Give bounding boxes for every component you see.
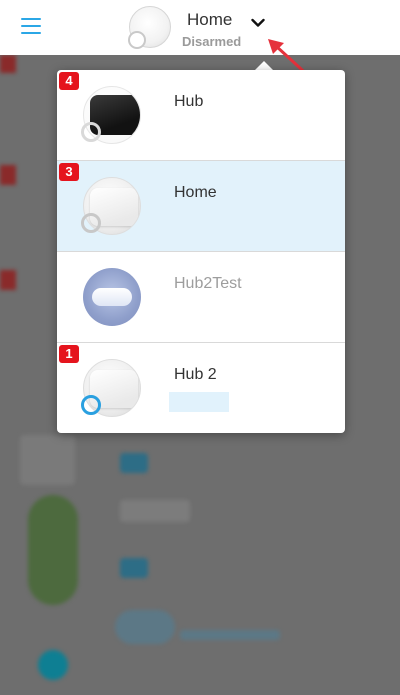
top-bar: Home Disarmed [0,0,400,55]
status-ring-icon [81,213,101,233]
background-icon [120,558,148,578]
background-device [28,495,78,605]
background-badge [0,270,16,290]
hub-name: Hub2Test [174,275,242,292]
status-ring-icon [128,31,146,49]
background-icon [38,650,68,680]
background-badge [0,55,16,73]
status-ring-icon [81,395,101,415]
hub-name: Home [174,184,217,201]
hub-dropdown: 4 Hub 3 Home Hub2Test 1 Hub 2 [57,70,345,433]
background-card [20,435,75,485]
hub-list-item-selected[interactable]: 3 Home [57,161,345,252]
chevron-down-icon[interactable] [251,16,265,30]
hub-switcher[interactable]: Home Disarmed [124,0,284,55]
background-badge [0,165,16,185]
active-hub-status: Disarmed [182,34,242,49]
hamburger-menu-icon[interactable] [21,18,41,35]
dropdown-caret [255,61,273,70]
hub-name: Hub [174,93,204,110]
hub-list-item[interactable]: Hub2Test [57,252,345,343]
background-text [120,500,190,522]
status-ring-icon [81,122,101,142]
hub-list-item[interactable]: 1 Hub 2 [57,343,345,433]
hub-name: Hub 2 [174,366,217,383]
background-pill [115,610,175,644]
hub-list-item[interactable]: 4 Hub [57,70,345,161]
background-text [180,630,280,640]
active-hub-name: Home [187,10,233,29]
hub-status-placeholder [169,392,229,412]
notification-badge: 4 [59,72,79,90]
notification-badge: 1 [59,345,79,363]
hub-avatar [128,6,171,49]
notification-badge: 3 [59,163,79,181]
hub-thumbnail [83,268,141,326]
background-icon [120,453,148,473]
